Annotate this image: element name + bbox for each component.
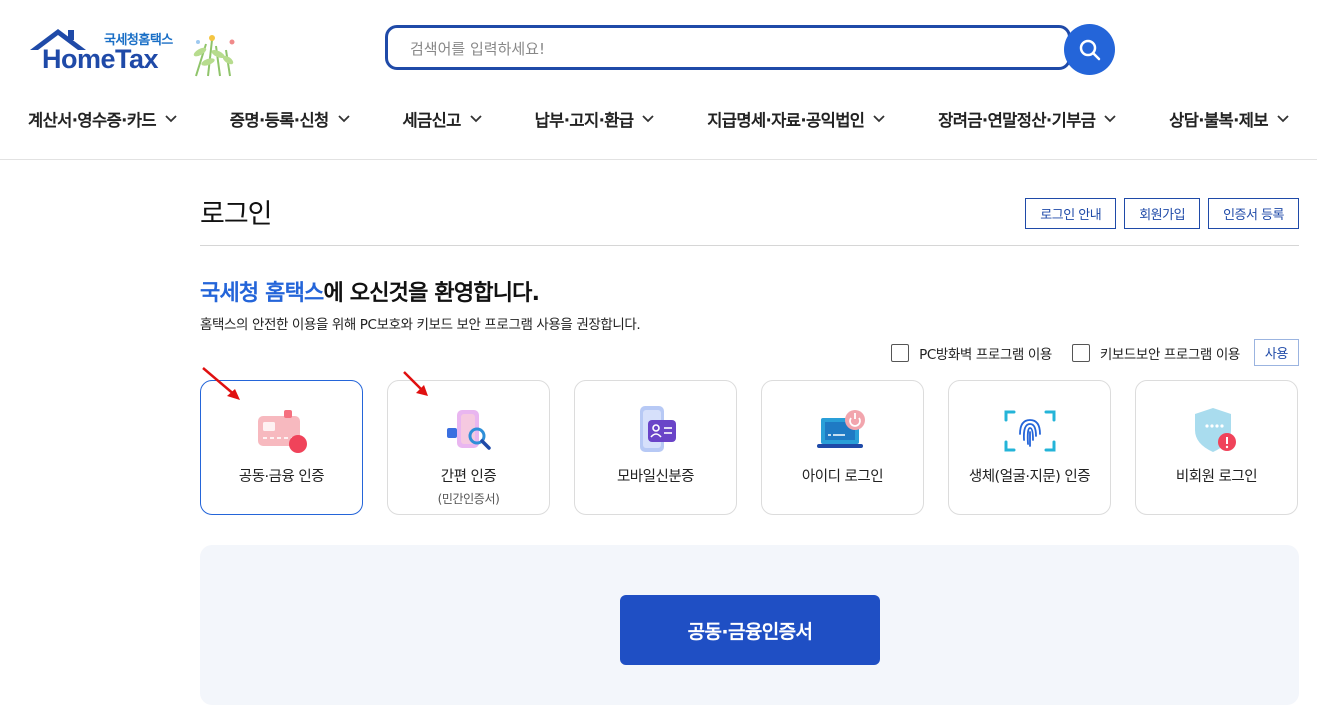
chevron-down-icon xyxy=(1104,115,1116,123)
welcome-brand: 국세청 홈택스 xyxy=(200,281,324,306)
card-label: 비회원 로그인 xyxy=(1175,469,1258,485)
shield-guest-icon xyxy=(1194,408,1236,452)
red-arrow-icon xyxy=(202,367,240,400)
page-title: 로그인 xyxy=(200,199,273,230)
chevron-down-icon xyxy=(337,115,350,123)
chevron-down-icon xyxy=(873,115,885,123)
keyboard-security-option[interactable]: 키보드보안 프로그램 이용 xyxy=(1071,343,1240,363)
header-divider xyxy=(0,159,1317,160)
nav-label: 계산서·영수증·카드 xyxy=(28,111,157,130)
use-security-button[interactable]: 사용 xyxy=(1253,339,1299,366)
card-guest-login[interactable]: 비회원 로그인 xyxy=(1135,380,1298,515)
search-input[interactable] xyxy=(408,28,1012,69)
card-label: 아이디 로그인 xyxy=(801,469,884,485)
title-divider xyxy=(200,245,1299,246)
plant-decoration-icon xyxy=(193,35,235,77)
nav-label: 세금신고 xyxy=(402,111,461,130)
search-icon xyxy=(1079,39,1100,60)
signup-button[interactable]: 회원가입 xyxy=(1124,198,1201,229)
card-label: 간편 인증 xyxy=(440,469,497,485)
logo-title: HomeTax xyxy=(42,44,159,74)
register-certificate-button[interactable]: 인증서 등록 xyxy=(1208,198,1299,229)
security-options: PC방화벽 프로그램 이용 키보드보안 프로그램 이용 사용 xyxy=(891,339,1299,366)
card-biometric[interactable]: 생체(얼굴·지문) 인증 xyxy=(948,380,1111,515)
nav-item-invoice[interactable]: 계산서·영수증·카드 xyxy=(28,104,177,134)
welcome-text: 에 오신것을 환영합니다. xyxy=(323,281,540,306)
nav-item-incentive[interactable]: 장려금·연말정산·기부금 xyxy=(938,104,1116,134)
welcome-subtext: 홈택스의 안전한 이용을 위해 PC보호와 키보드 보안 프로그램 사용을 권장… xyxy=(200,317,641,333)
nav-item-payment[interactable]: 납부·고지·환급 xyxy=(535,104,655,134)
card-label: 공동·금융 인증 xyxy=(238,469,325,485)
chevron-down-icon xyxy=(470,115,482,123)
card-label: 생체(얼굴·지문) 인증 xyxy=(968,469,1091,485)
simple-auth-icon xyxy=(446,410,491,450)
search-button[interactable] xyxy=(1064,24,1115,75)
mobile-id-icon xyxy=(639,406,676,452)
keyboard-security-checkbox[interactable] xyxy=(1071,343,1090,362)
card-label: 모바일신분증 xyxy=(616,469,695,485)
welcome-heading: 국세청 홈택스에 오신것을 환영합니다. xyxy=(200,275,540,307)
nav-label: 상담·불복·제보 xyxy=(1169,111,1268,130)
card-simple-auth[interactable]: 간편 인증 (민간인증서) xyxy=(387,380,550,515)
login-guide-button[interactable]: 로그인 안내 xyxy=(1025,198,1117,229)
nav-item-certificate[interactable]: 증명·등록·신청 xyxy=(230,104,350,134)
card-id-login[interactable]: 아이디 로그인 xyxy=(761,380,924,515)
certificate-card-icon xyxy=(257,410,307,453)
firewall-checkbox[interactable] xyxy=(891,343,910,362)
hometax-logo[interactable]: 국세청홈택스 HomeTax xyxy=(28,24,248,80)
nav-item-statement[interactable]: 지급명세·자료·공익법인 xyxy=(707,104,885,134)
main-navigation: 계산서·영수증·카드 증명·등록·신청 세금신고 납부·고지·환급 지급명세·자… xyxy=(28,104,1289,134)
firewall-label: PC방화벽 프로그램 이용 xyxy=(919,346,1052,363)
joint-financial-cert-button[interactable]: 공동·금융인증서 xyxy=(620,595,880,665)
login-method-cards: 공동·금융 인증 간편 인증 (민간인증서) 모바일신분증 아이디 로그인 생체… xyxy=(200,380,1299,515)
card-sublabel: (민간인증서) xyxy=(437,492,500,506)
keyboard-security-label: 키보드보안 프로그램 이용 xyxy=(1099,346,1240,363)
nav-label: 납부·고지·환급 xyxy=(534,111,634,130)
top-button-group: 로그인 안내 회원가입 인증서 등록 xyxy=(1025,198,1299,229)
chevron-down-icon xyxy=(165,115,177,123)
red-arrow-icon xyxy=(403,371,428,396)
firewall-option[interactable]: PC방화벽 프로그램 이용 xyxy=(891,343,1052,363)
chevron-down-icon xyxy=(1277,115,1289,123)
chevron-down-icon xyxy=(642,115,655,123)
nav-label: 증명·등록·신청 xyxy=(229,111,329,130)
search-box[interactable] xyxy=(385,25,1071,70)
fingerprint-icon xyxy=(1004,410,1055,452)
nav-label: 지급명세·자료·공익법인 xyxy=(707,111,865,130)
nav-item-tax-report[interactable]: 세금신고 xyxy=(402,104,482,134)
id-laptop-icon xyxy=(816,410,865,448)
card-mobile-id[interactable]: 모바일신분증 xyxy=(574,380,737,515)
nav-label: 장려금·연말정산·기부금 xyxy=(938,111,1096,130)
nav-item-consult[interactable]: 상담·불복·제보 xyxy=(1169,104,1289,134)
